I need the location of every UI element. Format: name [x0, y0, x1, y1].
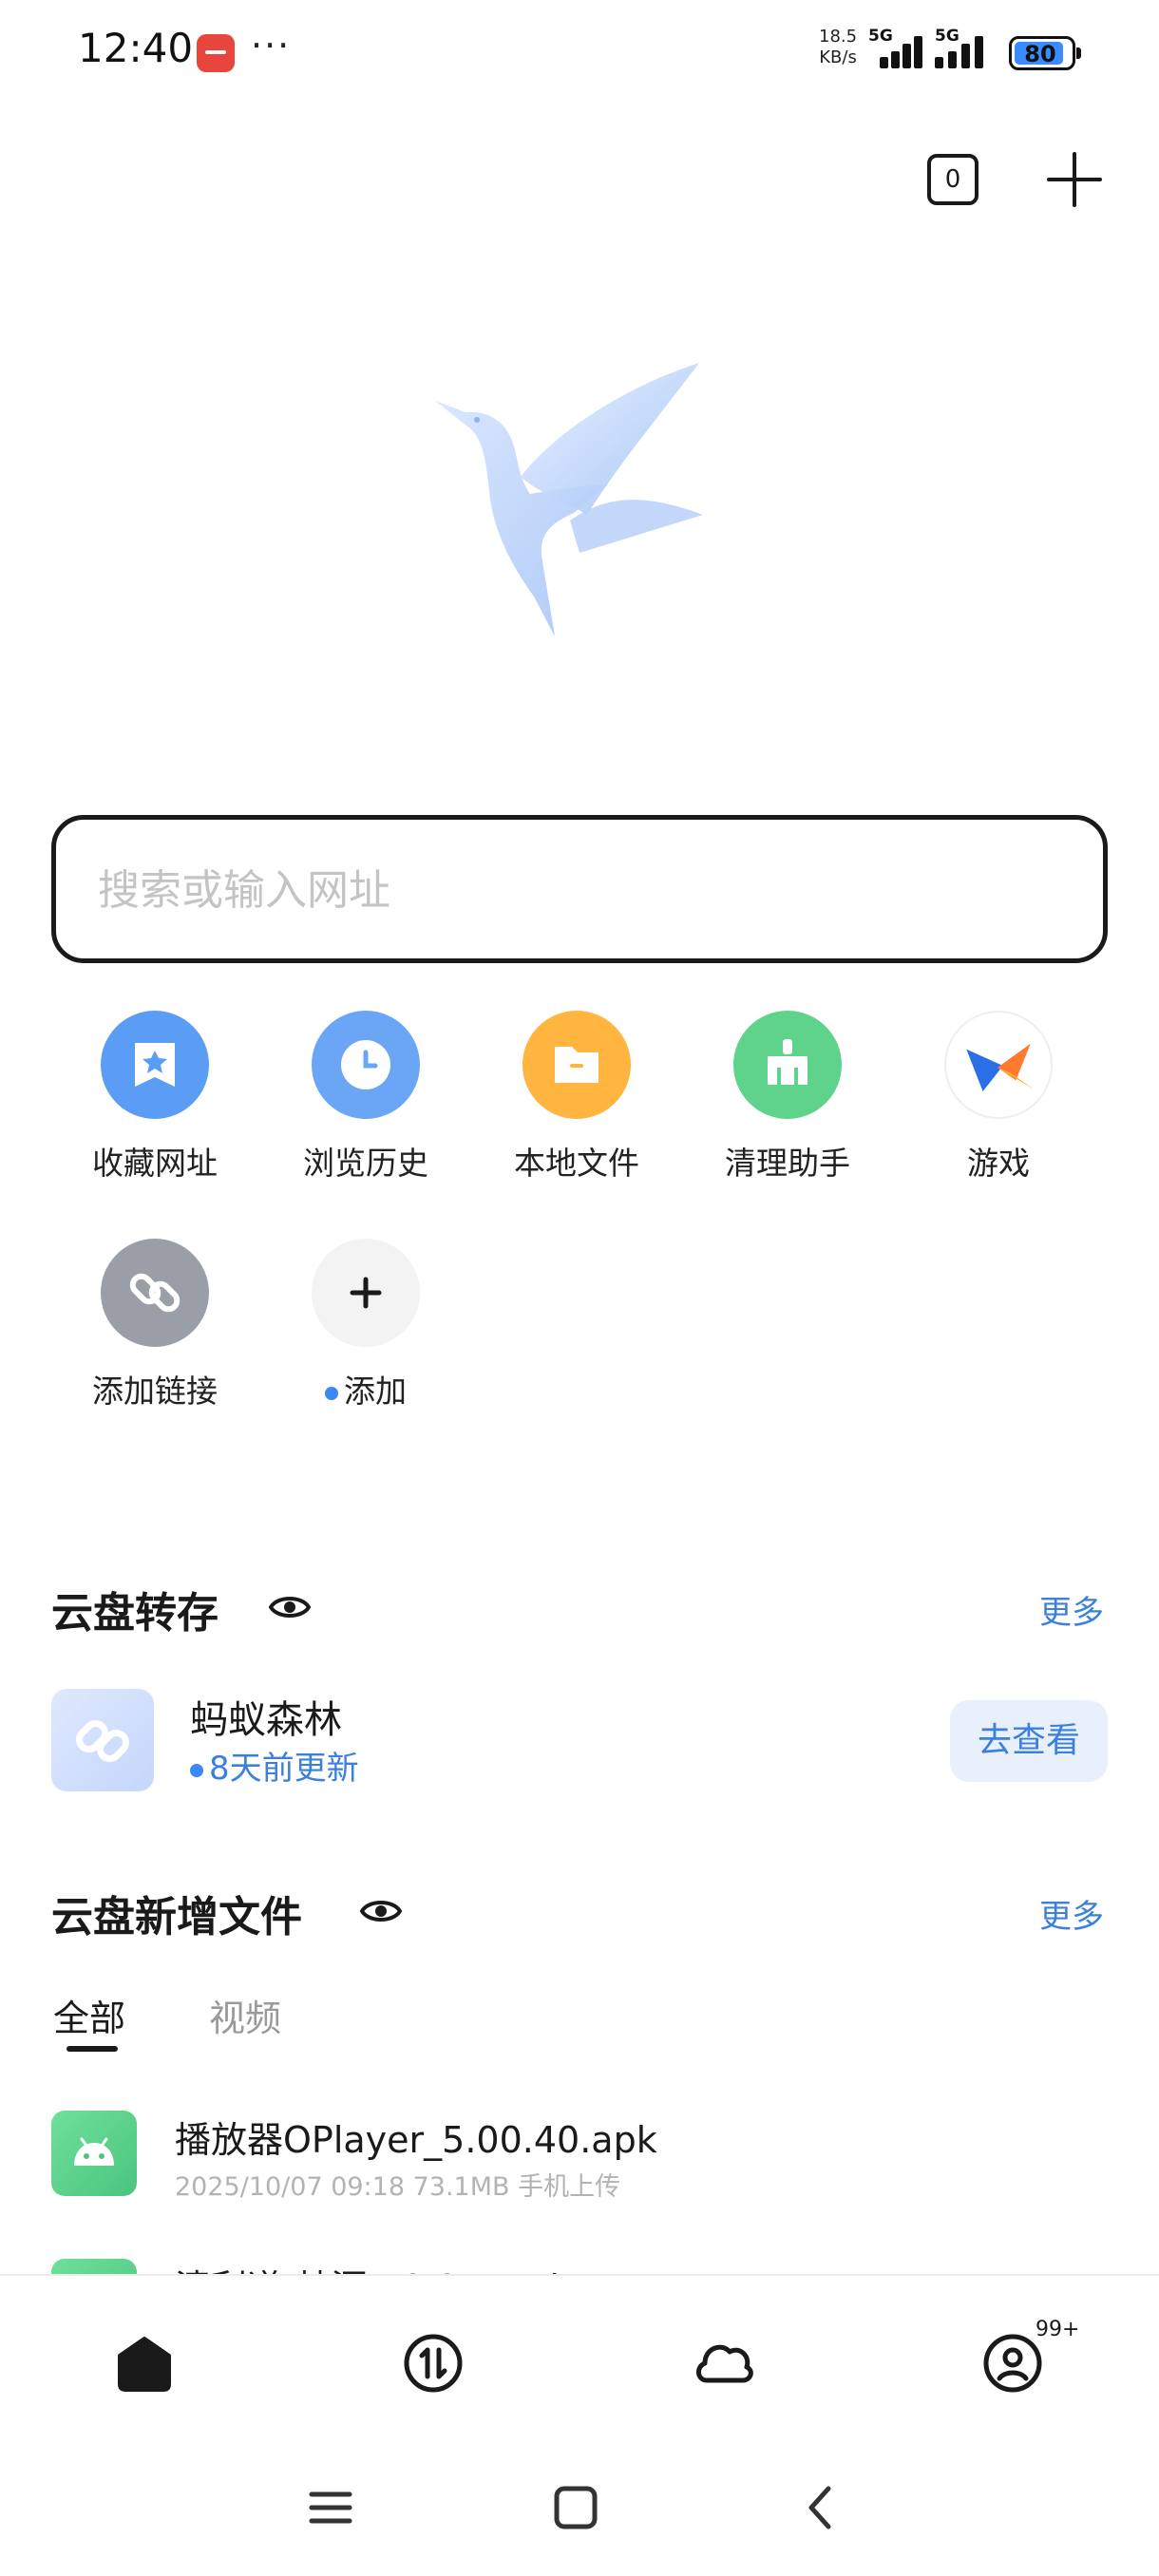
cloud-item-title: 蚂蚁森林: [190, 1698, 342, 1742]
file-name: 播放器OPlayer_5.00.40.apk: [175, 2119, 657, 2161]
tab-video[interactable]: 视频: [209, 1989, 281, 2041]
home-icon[interactable]: [110, 2329, 179, 2397]
bookmark-icon: [101, 1011, 209, 1119]
status-bar: 12:40 ··· 18.5 KB/s 5G 5G 80: [0, 0, 1159, 104]
section-title-cloud-new-files: 云盘新增文件: [51, 1893, 302, 1941]
network-speed-unit: KB/s: [819, 47, 857, 67]
shortcut-label: 添加链接: [92, 1373, 218, 1410]
shortcut-label: 本地文件: [514, 1145, 639, 1182]
shortcut-label: 清理助手: [725, 1145, 850, 1182]
shortcut-history[interactable]: 浏览历史: [260, 1011, 471, 1184]
link-icon: [51, 1689, 154, 1791]
back-icon[interactable]: [792, 2479, 849, 2536]
cloud-new-files-more-link[interactable]: 更多: [1039, 1890, 1104, 1937]
tab-all[interactable]: 全部: [53, 1989, 125, 2041]
cloud-transfer-more-link[interactable]: 更多: [1039, 1586, 1104, 1633]
shortcut-add-link[interactable]: 添加链接: [49, 1239, 260, 1411]
network-speed: 18.5 KB/s: [819, 27, 857, 68]
shortcut-cleaner[interactable]: 清理助手: [682, 1011, 893, 1184]
clock-icon: [312, 1011, 420, 1119]
file-size: 73.1MB: [412, 2172, 510, 2202]
tab-active-indicator: [66, 2046, 118, 2052]
game-icon: [944, 1011, 1053, 1119]
cloud-item-update-text: 8天前更新: [209, 1750, 359, 1788]
cloud-item-subtitle: 8天前更新: [190, 1742, 359, 1789]
shortcut-add[interactable]: 添加: [260, 1239, 471, 1411]
battery-level: 80: [1024, 41, 1056, 67]
shortcut-label: 游戏: [967, 1145, 1030, 1182]
cloud-icon[interactable]: [690, 2329, 758, 2397]
file-row[interactable]: 播放器OPlayer_5.00.40.apk 2025/10/07 09:18 …: [51, 2111, 1108, 2206]
file-date: 2025/10/07 09:18: [175, 2172, 406, 2202]
system-navigation-bar: [0, 2445, 1159, 2576]
search-bar[interactable]: [51, 815, 1108, 963]
file-meta: 2025/10/07 09:18 73.1MB 手机上传: [175, 2166, 620, 2203]
transfer-icon[interactable]: [399, 2329, 467, 2397]
view-button[interactable]: 去查看: [950, 1700, 1108, 1782]
new-indicator-dot: [325, 1386, 338, 1400]
link-icon: [101, 1239, 209, 1347]
sim2-network-type: 5G: [935, 27, 960, 46]
shortcut-label: 收藏网址: [92, 1145, 218, 1182]
status-more-indicator: ···: [251, 25, 292, 66]
add-icon: [312, 1239, 420, 1347]
shortcut-label-with-dot: 添加: [260, 1366, 471, 1411]
eye-icon[interactable]: [359, 1896, 403, 1926]
section-title-cloud-transfer: 云盘转存: [51, 1589, 218, 1638]
signal-sim1-icon: 5G: [868, 27, 931, 72]
home-square-icon[interactable]: [547, 2479, 604, 2536]
signal-sim2-icon: 5G: [935, 27, 998, 72]
bottom-navigation: [0, 2274, 1159, 2445]
status-time: 12:40: [78, 25, 194, 71]
menu-icon[interactable]: [302, 2479, 359, 2536]
shortcut-bookmarks[interactable]: 收藏网址: [49, 1011, 260, 1184]
update-dot: [190, 1763, 203, 1777]
shortcut-local-files[interactable]: 本地文件: [471, 1011, 682, 1184]
android-apk-icon: [51, 2111, 137, 2196]
tab-switcher-button[interactable]: 0: [927, 154, 978, 205]
huawei-store-icon: [197, 34, 235, 72]
shortcut-label: 浏览历史: [303, 1145, 428, 1182]
battery-icon: 80: [1009, 36, 1081, 70]
cloud-transfer-item[interactable]: 蚂蚁森林 8天前更新 去查看: [51, 1689, 1108, 1793]
folder-icon: [522, 1011, 631, 1119]
network-speed-value: 18.5: [819, 27, 858, 47]
profile-notification-badge: 99+: [1036, 2318, 1080, 2341]
broom-icon: [733, 1011, 842, 1119]
new-tab-button[interactable]: [1045, 150, 1104, 209]
browser-logo-bird: [435, 363, 703, 636]
shortcut-games[interactable]: 游戏: [893, 1011, 1104, 1184]
sim1-network-type: 5G: [868, 27, 893, 46]
file-source: 手机上传: [518, 2172, 621, 2202]
shortcut-label: 添加: [344, 1373, 407, 1410]
eye-icon[interactable]: [268, 1592, 312, 1622]
search-input[interactable]: [98, 854, 1048, 926]
